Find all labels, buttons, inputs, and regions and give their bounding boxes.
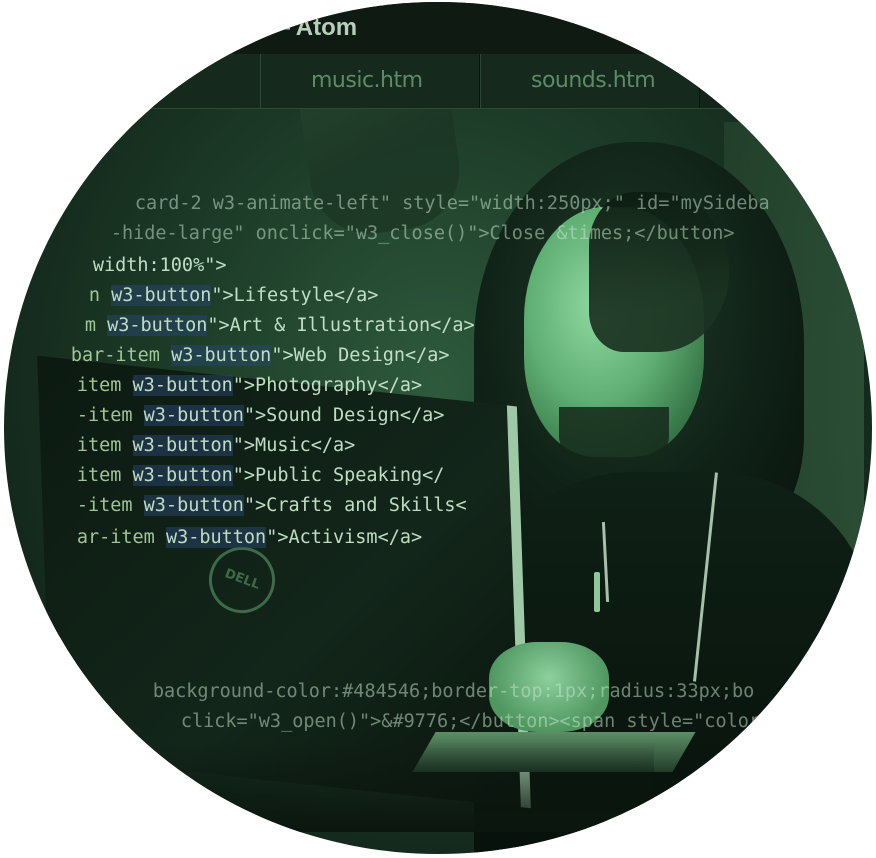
code-line: -hide-large" onclick="w3_close()">Close … <box>110 223 735 244</box>
code-line: -item w3-button">Crafts and Skills< <box>76 495 467 516</box>
code-line: ar-item w3-button">Activism</a> <box>76 527 423 548</box>
code-line: card-2 w3-animate-left" style="width:250… <box>134 193 770 214</box>
profile-photo-circle: DELL — Atom music.htm sounds.htm card-2 … <box>4 2 872 854</box>
code-line: item w3-button">Public Speaking</ <box>76 465 445 486</box>
code-line: n w3-button">Lifestyle</a> <box>88 285 379 306</box>
code-line: item w3-button">Photography</a> <box>76 375 423 396</box>
code-line: item w3-button">Music</a> <box>76 435 356 456</box>
code-overlay: card-2 w3-animate-left" style="width:250… <box>4 2 872 854</box>
code-line: background-color:#484546;border-top:1px;… <box>152 681 755 702</box>
code-line: click="w3_open()">&#9776;</button><span … <box>180 711 783 732</box>
code-line: -item w3-button">Sound Design</a> <box>76 405 445 426</box>
code-line: m w3-button">Art & Illustration</a> <box>84 315 475 336</box>
code-line: width:100%"> <box>92 255 227 276</box>
code-line: bar-item w3-button">Web Design</a> <box>70 345 450 366</box>
